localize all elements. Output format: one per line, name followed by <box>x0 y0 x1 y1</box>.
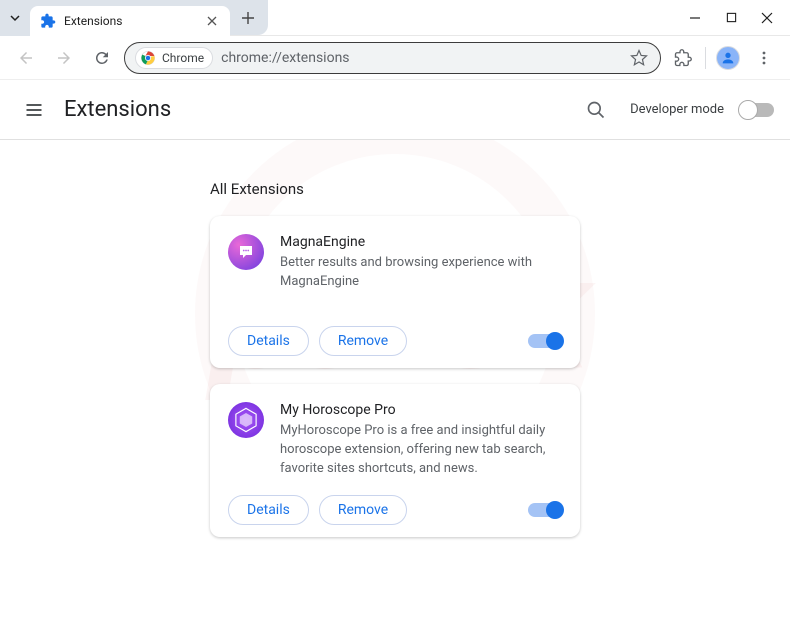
extension-icon <box>228 402 264 438</box>
address-bar[interactable]: Chrome chrome://extensions <box>124 42 661 74</box>
close-tab-button[interactable] <box>204 13 220 29</box>
extension-name: MagnaEngine <box>280 234 562 250</box>
extensions-header: Extensions Developer mode <box>0 80 790 140</box>
chrome-menu-button[interactable] <box>748 42 780 74</box>
section-title: All Extensions <box>210 180 580 198</box>
extension-name: My Horoscope Pro <box>280 402 562 418</box>
toolbar: Chrome chrome://extensions <box>0 36 790 80</box>
developer-mode-toggle[interactable] <box>740 103 774 117</box>
puzzle-piece-icon <box>40 13 56 29</box>
chrome-icon <box>140 50 156 66</box>
details-button[interactable]: Details <box>228 326 309 356</box>
remove-button[interactable]: Remove <box>319 326 407 356</box>
extensions-content: All Extensions MagnaEngine Better result… <box>0 140 790 553</box>
url-text: chrome://extensions <box>221 50 620 66</box>
main-menu-button[interactable] <box>16 92 52 128</box>
profile-button[interactable] <box>712 42 744 74</box>
site-chip-label: Chrome <box>162 51 204 65</box>
extension-description: Better results and browsing experience w… <box>280 254 562 292</box>
bookmark-button[interactable] <box>628 42 650 74</box>
extensions-button[interactable] <box>667 42 699 74</box>
remove-button[interactable]: Remove <box>319 495 407 525</box>
extension-card: My Horoscope Pro MyHoroscope Pro is a fr… <box>210 384 580 537</box>
back-button[interactable] <box>10 42 42 74</box>
minimize-button[interactable] <box>680 3 710 33</box>
extension-toggle[interactable] <box>528 503 562 517</box>
details-button[interactable]: Details <box>228 495 309 525</box>
window-titlebar: Extensions <box>0 0 790 36</box>
site-chip[interactable]: Chrome <box>135 47 213 69</box>
tab-search-dropdown[interactable] <box>0 0 30 36</box>
tab-title: Extensions <box>64 14 196 28</box>
extension-description: MyHoroscope Pro is a free and insightful… <box>280 422 562 479</box>
extension-icon <box>228 234 264 270</box>
extension-toggle[interactable] <box>528 334 562 348</box>
forward-button[interactable] <box>48 42 80 74</box>
new-tab-button[interactable] <box>234 4 262 32</box>
reload-button[interactable] <box>86 42 118 74</box>
developer-mode-label: Developer mode <box>630 102 724 117</box>
close-window-button[interactable] <box>752 3 782 33</box>
page-title: Extensions <box>64 97 171 122</box>
maximize-button[interactable] <box>716 3 746 33</box>
browser-tab[interactable]: Extensions <box>30 6 230 36</box>
search-button[interactable] <box>578 92 614 128</box>
extension-card: MagnaEngine Better results and browsing … <box>210 216 580 368</box>
